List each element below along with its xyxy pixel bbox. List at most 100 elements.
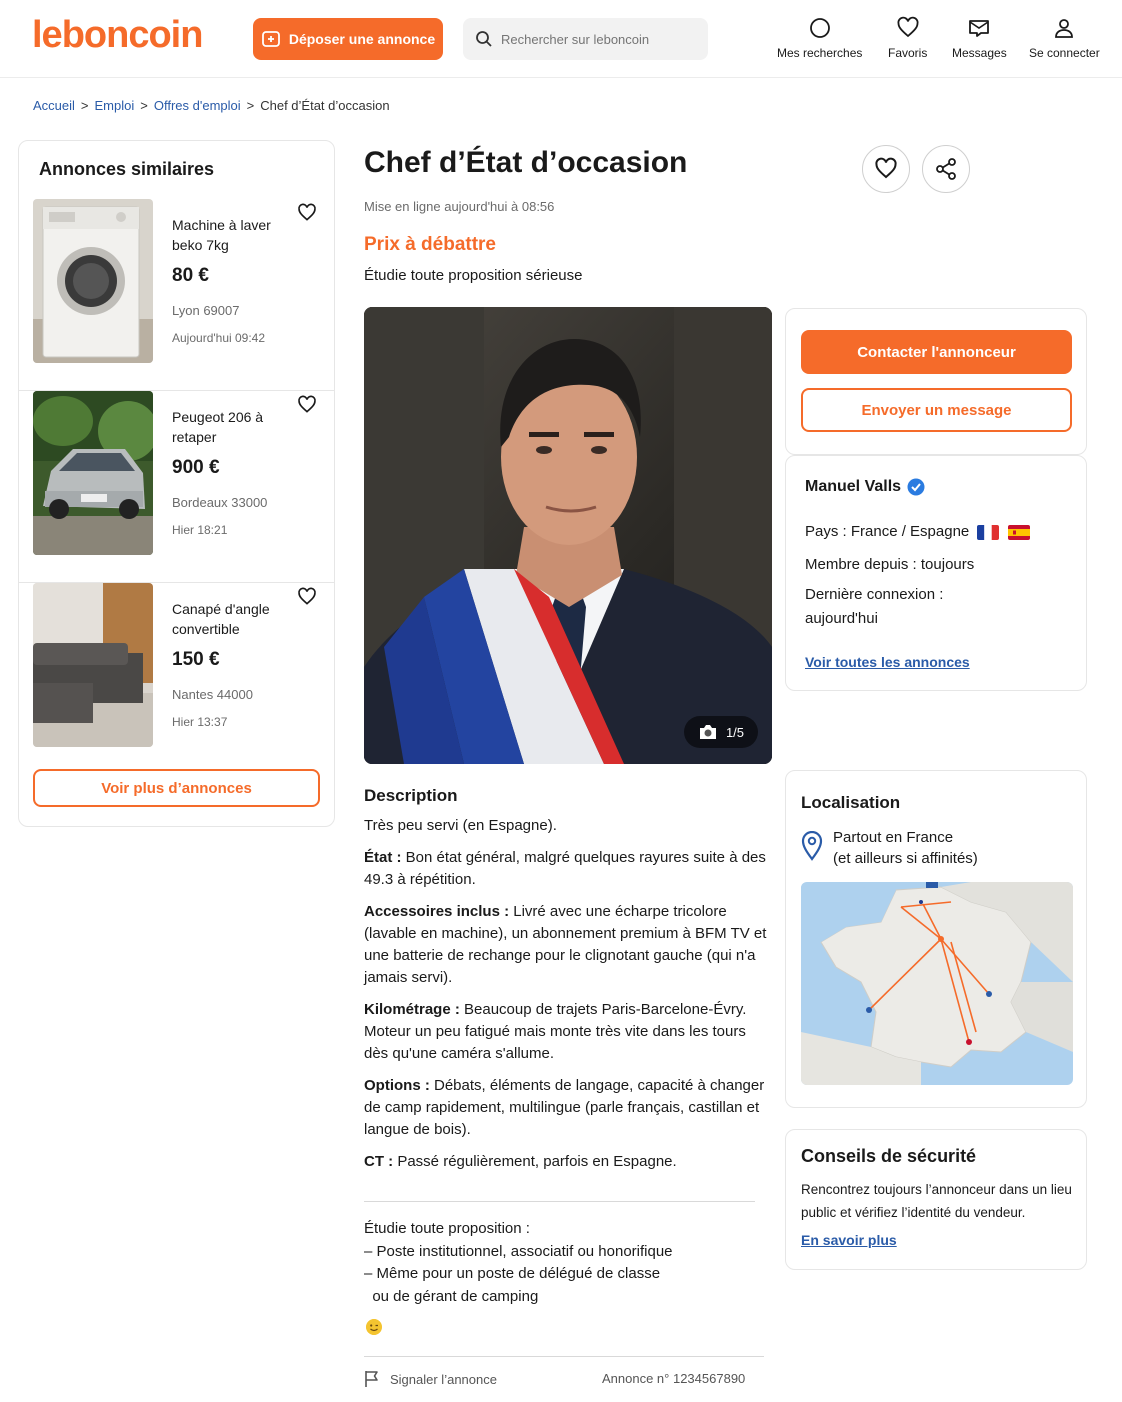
similar-ads-title: Annonces similaires (39, 159, 215, 179)
nav-login[interactable]: Se connecter (1029, 16, 1100, 60)
nav-label: Messages (952, 46, 1007, 60)
favorite-heart-icon[interactable] (297, 203, 317, 223)
seller-country: Pays : France / Espagne (805, 520, 1030, 544)
similar-ad-sofa[interactable]: Canapé d'angle convertible 150 € Nantes … (19, 583, 334, 775)
description-detail: CT : Passé régulièrement, parfois en Esp… (364, 1151, 774, 1173)
share-icon (936, 158, 956, 180)
seller-country-text: Pays : France / Espagne (805, 523, 970, 540)
nav-favorites[interactable]: Favoris (888, 16, 927, 60)
similar-ad-washing-machine[interactable]: Machine à laver beko 7kg 80 € Lyon 69007… (19, 199, 334, 391)
nav-label: Favoris (888, 46, 928, 60)
similar-ad-date: Hier 18:21 (172, 523, 228, 537)
similar-ad-location: Nantes 44000 (172, 687, 253, 702)
description-detail: Options : Débats, éléments de langage, c… (364, 1075, 774, 1141)
breadcrumb-emploi[interactable]: Emploi (95, 98, 135, 113)
logo[interactable]: leboncoin (32, 14, 203, 57)
photo-count-label: 1/5 (725, 724, 745, 740)
message-icon (969, 20, 990, 37)
similar-ad-location: Lyon 69007 (172, 303, 240, 318)
seller-all-ads-link[interactable]: Voir toutes les annonces (805, 654, 970, 670)
detail-label: Options : (364, 1077, 430, 1094)
description-detail: Accessoires inclus : Livré avec une écha… (364, 901, 774, 989)
location-map[interactable] (801, 882, 1073, 1085)
contact-card: Contacter l'annonceur Envoyer un message (785, 308, 1087, 455)
breadcrumb-home[interactable]: Accueil (33, 98, 75, 113)
detail-label: Kilométrage : (364, 1001, 460, 1018)
header: leboncoin Déposer une annonce Mes recher… (0, 0, 1122, 78)
breadcrumb: Accueil > Emploi > Offres d'emploi > Che… (33, 98, 390, 113)
favorite-heart-icon[interactable] (297, 587, 317, 607)
description-detail: Kilométrage : Beaucoup de trajets Paris-… (364, 999, 774, 1065)
flag-icon (365, 1371, 378, 1387)
breadcrumb-separator: > (80, 98, 89, 113)
nav-label: Se connecter (1029, 46, 1100, 60)
detail-label: État : (364, 849, 402, 866)
seller-last-login: Dernière connexion : (805, 586, 944, 603)
detail-text: Passé régulièrement, parfois en Espagne. (393, 1153, 677, 1170)
ad-title: Chef d’État d’occasion (364, 146, 688, 179)
posted-date: Mise en ligne aujourd'hui à 08:56 (364, 199, 555, 214)
user-icon (1055, 19, 1074, 38)
message-button[interactable]: Envoyer un message (801, 388, 1072, 432)
location-card: Localisation Partout en France (et aille… (785, 770, 1087, 1108)
camera-icon (699, 725, 716, 739)
similar-ad-date: Hier 13:37 (172, 715, 228, 729)
nav-my-searches[interactable]: Mes recherches (777, 16, 862, 60)
spain-flag-icon (1007, 524, 1030, 540)
ad-price: Prix à débattre (364, 234, 496, 255)
search-icon (476, 31, 492, 47)
detail-label: CT : (364, 1153, 394, 1170)
similar-ad-price: 150 € (172, 649, 220, 670)
proposal-line: Étudie toute proposition : (364, 1220, 530, 1237)
search-input[interactable] (501, 31, 701, 47)
report-ad-link[interactable]: Signaler l’annonce (364, 1370, 497, 1388)
seller-member-since: Membre depuis : toujours (805, 556, 975, 573)
more-ads-button[interactable]: Voir plus d’annonces (33, 769, 320, 807)
description-detail: État : Bon état général, malgré quelques… (364, 847, 774, 891)
breadcrumb-separator: > (246, 98, 255, 113)
favorite-button[interactable] (862, 145, 910, 193)
description-title: Description (364, 786, 458, 805)
proposal-line: – Même pour un poste de délégué de class… (364, 1265, 661, 1283)
seller-card: Manuel Valls Pays : France / Espagne Mem… (785, 455, 1087, 691)
similar-ad-title: Canapé d'angle convertible (172, 601, 270, 637)
seller-name-text: Manuel Valls (805, 478, 902, 495)
location-line: (et ailleurs si affinités) (833, 850, 978, 867)
similar-ad-title: Peugeot 206 à retaper (172, 409, 264, 445)
safety-card: Conseils de sécurité Rencontrez toujours… (785, 1129, 1087, 1270)
safety-text: Rencontrez toujours l’annonceur dans un … (801, 1182, 1072, 1220)
seller-name: Manuel Valls (805, 478, 925, 496)
breadcrumb-offres[interactable]: Offres d'emploi (154, 98, 241, 113)
nav-label: Mes recherches (777, 46, 863, 60)
location-title: Localisation (801, 793, 901, 812)
similar-ad-title: Machine à laver beko 7kg (172, 217, 271, 253)
nav-messages[interactable]: Messages (952, 16, 1007, 60)
description-body: Très peu servi (en Espagne). État : Bon … (364, 815, 774, 1183)
location-text: Partout en France (et ailleurs si affini… (833, 827, 978, 869)
verified-badge-icon (907, 478, 925, 496)
safety-title: Conseils de sécurité (801, 1146, 977, 1166)
location-line: Partout en France (833, 829, 954, 846)
breadcrumb-current: Chef d’État d’occasion (260, 98, 390, 113)
description-intro: Très peu servi (en Espagne). (364, 817, 557, 834)
search-bar[interactable] (463, 18, 708, 60)
breadcrumb-separator: > (140, 98, 148, 113)
similar-ad-peugeot[interactable]: Peugeot 206 à retaper 900 € Bordeaux 330… (19, 391, 334, 583)
heart-icon (875, 157, 897, 179)
location-pin-icon (801, 831, 823, 861)
similar-ad-location: Bordeaux 33000 (172, 495, 268, 510)
share-button[interactable] (922, 145, 970, 193)
divider (364, 1356, 764, 1357)
car-image (33, 391, 153, 555)
ad-number: Annonce n° 1234567890 (602, 1371, 746, 1386)
proposal-line: ou de gérant de camping (364, 1288, 539, 1306)
ad-photo[interactable] (364, 307, 772, 764)
contact-button[interactable]: Contacter l'annonceur (801, 330, 1072, 374)
similar-ad-price: 900 € (172, 457, 220, 478)
divider (364, 1201, 755, 1202)
favorite-heart-icon[interactable] (297, 395, 317, 415)
safety-learn-more-link[interactable]: En savoir plus (801, 1232, 897, 1248)
seller-last-login-value: aujourd'hui (805, 610, 878, 627)
post-ad-button[interactable]: Déposer une annonce (253, 18, 443, 60)
photo-counter[interactable]: 1/5 (684, 716, 758, 748)
